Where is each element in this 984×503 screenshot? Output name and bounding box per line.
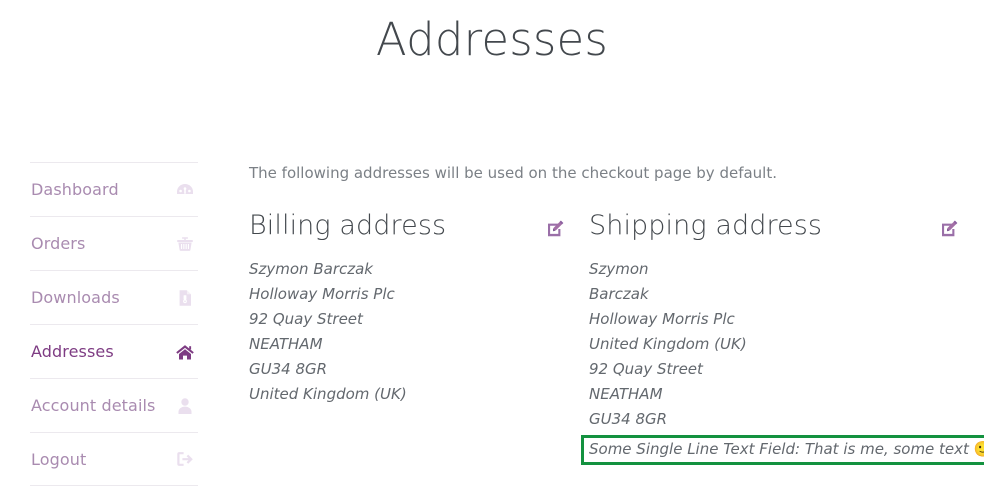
address-line: Szymon Barczak	[249, 260, 373, 279]
addresses-page: Addresses Dashboard Orders Downloads Add…	[0, 0, 984, 503]
edit-pencil-square-icon[interactable]	[546, 219, 565, 238]
shipping-address-header: Shipping address	[589, 209, 969, 241]
sidebar-item-dashboard[interactable]: Dashboard	[30, 162, 198, 216]
shipping-address-lines: Szymon Barczak Holloway Morris Plc Unite…	[581, 257, 984, 466]
sidebar-item-label: Account details	[31, 396, 156, 415]
sidebar-item-downloads[interactable]: Downloads	[30, 270, 198, 324]
address-line: Holloway Morris Plc	[249, 285, 395, 304]
address-line: NEATHAM	[589, 385, 663, 404]
address-line: Szymon	[589, 260, 649, 279]
address-line: 92 Quay Street	[589, 360, 703, 379]
smiley-face-emoji: 🙂	[973, 440, 984, 459]
sidebar-item-label: Downloads	[31, 288, 120, 307]
intro-paragraph: The following addresses will be used on …	[249, 164, 778, 182]
page-title: Addresses	[375, 13, 609, 66]
sign-out-icon	[175, 449, 195, 469]
sidebar-item-label: Dashboard	[31, 180, 119, 199]
home-house-icon	[175, 342, 195, 362]
sidebar-item-label: Logout	[31, 449, 87, 469]
billing-address-block: Billing address Szymon Barczak Holloway …	[249, 209, 589, 466]
custom-field-text: Some Single Line Text Field: That is me,…	[589, 440, 969, 459]
address-line: GU34 8GR	[249, 360, 328, 379]
addresses-content: The following addresses will be used on …	[249, 162, 984, 466]
address-line: 92 Quay Street	[249, 310, 363, 329]
address-line: NEATHAM	[249, 335, 323, 354]
address-line: United Kingdom (UK)	[249, 385, 407, 404]
address-columns: Billing address Szymon Barczak Holloway …	[249, 209, 984, 466]
sidebar-item-orders[interactable]: Orders	[30, 216, 198, 270]
account-sidebar-nav: Dashboard Orders Downloads Addresses Acc…	[30, 162, 198, 486]
edit-pencil-square-icon[interactable]	[940, 219, 959, 238]
shipping-address-block: Shipping address Szymon Barczak Holloway…	[581, 209, 984, 466]
user-person-icon	[175, 396, 195, 416]
sidebar-item-addresses[interactable]: Addresses	[30, 324, 198, 378]
sidebar-item-account-details[interactable]: Account details	[30, 378, 198, 432]
address-line: Barczak	[589, 285, 649, 304]
shipping-address-title: Shipping address	[589, 209, 823, 241]
billing-address-title: Billing address	[249, 209, 447, 241]
shopping-basket-icon	[175, 234, 195, 254]
billing-address-lines: Szymon Barczak Holloway Morris Plc 92 Qu…	[249, 257, 589, 407]
sidebar-item-label: Orders	[31, 234, 86, 253]
sidebar-item-label: Addresses	[31, 342, 114, 361]
download-file-icon	[175, 288, 195, 308]
address-line: United Kingdom (UK)	[589, 335, 747, 354]
highlighted-custom-field-line: Some Single Line Text Field: That is me,…	[581, 435, 984, 466]
billing-address-header: Billing address	[249, 209, 589, 241]
dashboard-gauge-icon	[175, 180, 195, 200]
address-line: Holloway Morris Plc	[589, 310, 735, 329]
address-line: GU34 8GR	[589, 410, 668, 429]
sidebar-item-logout[interactable]: Logout	[30, 432, 198, 486]
